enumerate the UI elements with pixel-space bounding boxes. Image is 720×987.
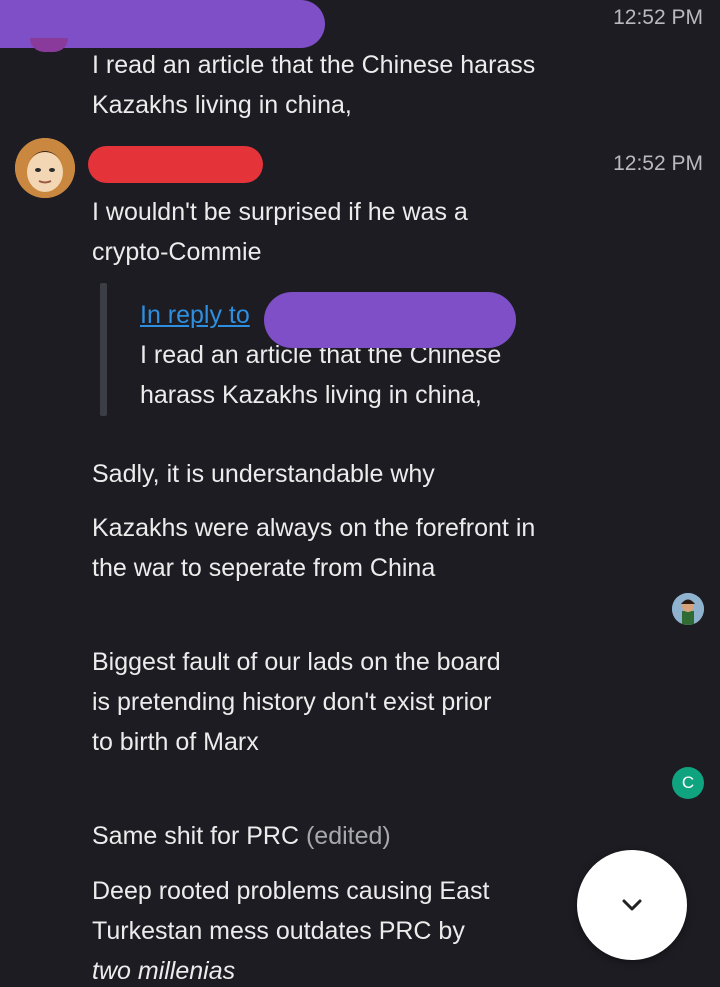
message-line: the war to seperate from China: [92, 554, 436, 582]
message-body[interactable]: Biggest fault of our lads on the board i…: [92, 642, 501, 762]
read-receipt-avatar[interactable]: [672, 593, 704, 625]
message-line-italic: two millenias: [92, 957, 236, 985]
message-line: Deep rooted problems causing East: [92, 877, 490, 905]
in-reply-to-link[interactable]: In reply to: [140, 301, 250, 329]
chevron-down-icon: [622, 899, 642, 911]
message-body[interactable]: I wouldn't be surprised if he was a cryp…: [92, 192, 468, 272]
message-body[interactable]: Deep rooted problems causing East Turkes…: [92, 871, 489, 987]
reply-quote-bar: [100, 283, 107, 416]
user-avatar-icon: [672, 593, 704, 625]
message-line: crypto-Commie: [92, 238, 262, 266]
message-timestamp: 12:52 PM: [613, 152, 703, 175]
read-receipt-badge[interactable]: C: [672, 767, 704, 799]
avatar[interactable]: [15, 138, 75, 198]
avatar-face-icon: [15, 138, 75, 198]
message-body[interactable]: I read an article that the Chinese haras…: [92, 45, 535, 125]
avatar-partial: [30, 38, 68, 52]
message-line: Kazakhs were always on the forefront in: [92, 514, 536, 542]
message-text: Same shit for PRC: [92, 822, 300, 850]
scroll-to-bottom-button[interactable]: [577, 850, 687, 960]
message-line: to birth of Marx: [92, 728, 259, 756]
redacted-username: [264, 292, 516, 348]
message-body[interactable]: Kazakhs were always on the forefront in …: [92, 508, 535, 588]
quote-line: harass Kazakhs living in china,: [140, 381, 482, 409]
message-line: Turkestan mess outdates PRC by: [92, 917, 465, 945]
message-body[interactable]: Same shit for PRC (edited): [92, 816, 391, 856]
redacted-username: [88, 146, 263, 183]
edited-marker: (edited): [305, 822, 391, 850]
message-line: I wouldn't be surprised if he was a: [92, 198, 468, 226]
message-line: I read an article that the Chinese haras…: [92, 51, 536, 79]
message-line: Biggest fault of our lads on the board: [92, 648, 501, 676]
message-timestamp: 12:52 PM: [613, 6, 703, 29]
message-line: is pretending history don't exist prior: [92, 688, 492, 716]
message-line: Sadly, it is understandable why: [92, 460, 435, 488]
chat-timeline: 12:52 PM I read an article that the Chin…: [0, 0, 720, 987]
message-body[interactable]: Sadly, it is understandable why: [92, 454, 435, 494]
message-line: Kazakhs living in china,: [92, 91, 352, 119]
